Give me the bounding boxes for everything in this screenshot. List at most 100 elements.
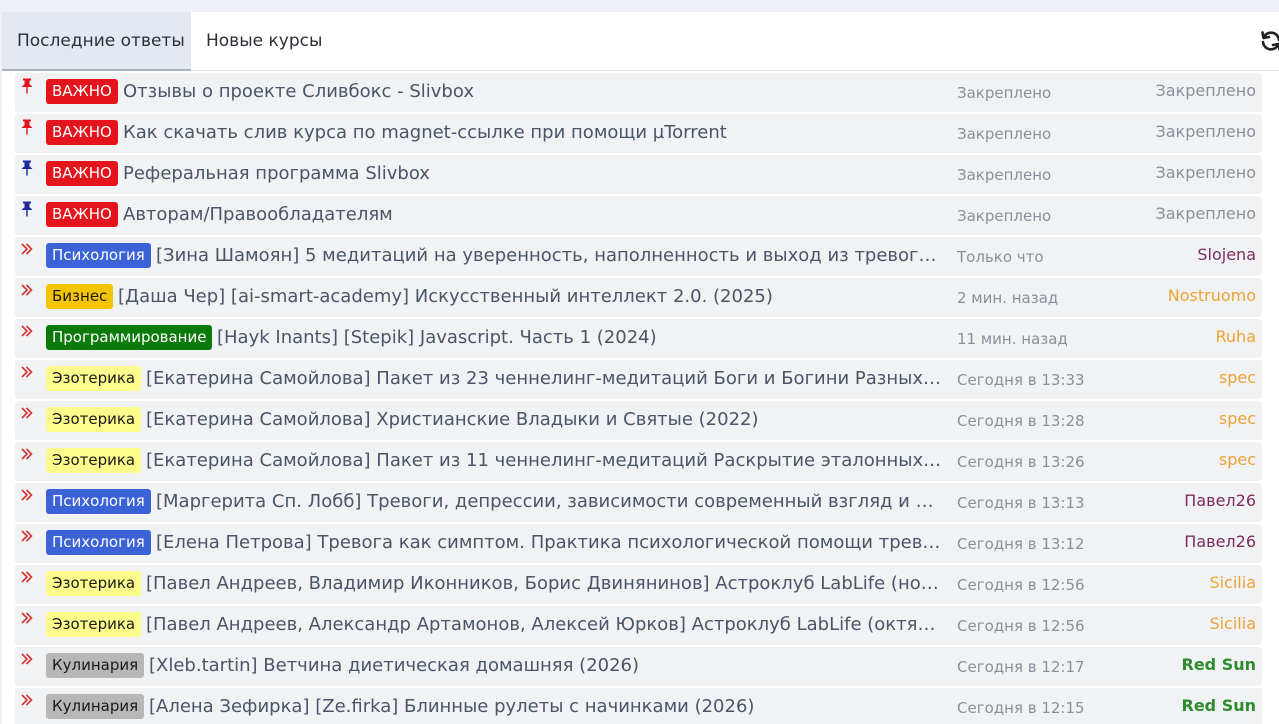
thread-row[interactable]: Эзотерика [Екатерина Самойлова] Пакет из … — [15, 360, 1262, 399]
category-badge[interactable]: ВАЖНО — [46, 161, 118, 186]
double-chevron-right-icon — [20, 529, 34, 545]
category-badge[interactable]: ВАЖНО — [46, 120, 118, 145]
thread-time: Сегодня в 13:33 — [957, 371, 1085, 389]
thread-row[interactable]: Психология [Елена Петрова] Тревога как си… — [15, 524, 1262, 563]
thread-time: Сегодня в 13:26 — [957, 453, 1085, 471]
thread-author-link[interactable]: Slojena — [1197, 237, 1256, 273]
double-chevron-right-icon — [20, 447, 34, 463]
thread-author-link[interactable]: Red Sun — [1182, 688, 1257, 724]
thread-author-link[interactable]: Закреплено — [1155, 73, 1256, 109]
category-badge[interactable]: Эзотерика — [46, 407, 142, 432]
double-chevron-right-icon — [20, 652, 34, 668]
thread-time: Только что — [957, 248, 1044, 266]
double-chevron-right-icon — [20, 365, 34, 381]
category-badge[interactable]: ВАЖНО — [46, 202, 118, 227]
pin-icon — [20, 201, 34, 217]
thread-title-link[interactable]: Как скачать слив курса по magnet-ссылке … — [123, 114, 945, 152]
category-badge[interactable]: Кулинария — [46, 694, 145, 719]
thread-title-link[interactable]: [Маргерита Сп. Лобб] Тревоги, депрессии,… — [156, 483, 945, 521]
thread-time: Сегодня в 12:15 — [957, 699, 1085, 717]
thread-row[interactable]: Эзотерика [Екатерина Самойлова] Христианс… — [15, 401, 1262, 440]
thread-title-link[interactable]: [Xleb.tartin] Ветчина диетическая домашн… — [149, 647, 945, 685]
thread-title-link[interactable]: [Даша Чер] [ai-smart-academy] Искусствен… — [118, 278, 945, 316]
double-chevron-right-icon — [20, 611, 34, 627]
thread-time: Закреплено — [957, 84, 1052, 102]
thread-row[interactable]: Психология [Маргерита Сп. Лобб] Тревоги, … — [15, 483, 1262, 522]
thread-row[interactable]: Эзотерика [Павел Андреев, Владимир Иконни… — [15, 565, 1262, 604]
thread-author-link[interactable]: Sicilia — [1209, 565, 1256, 601]
thread-author-link[interactable]: spec — [1219, 401, 1256, 437]
latest-posts-panel: Последние ответы Новые курсы ВАЖНО Отзывы… — [2, 12, 1279, 724]
thread-row[interactable]: Программирование [Hayk Inants] [Stepik] J… — [15, 319, 1262, 358]
thread-time: 2 мин. назад — [957, 289, 1059, 307]
thread-title-link[interactable]: [Hayk Inants] [Stepik] Javascript. Часть… — [217, 319, 945, 357]
thread-title-link[interactable]: [Алена Зефирка] [Ze.firka] Блинные рулет… — [149, 688, 945, 724]
double-chevron-right-icon — [20, 406, 34, 422]
thread-author-link[interactable]: Закреплено — [1155, 155, 1256, 191]
thread-time: Сегодня в 13:13 — [957, 494, 1085, 512]
category-badge[interactable]: Программирование — [46, 325, 213, 350]
thread-title-link[interactable]: [Зина Шамоян] 5 медитаций на уверенность… — [156, 237, 945, 275]
thread-row[interactable]: Психология [Зина Шамоян] 5 медитаций на у… — [15, 237, 1262, 276]
category-badge[interactable]: Эзотерика — [46, 571, 142, 596]
thread-time: Закреплено — [957, 166, 1052, 184]
thread-title-link[interactable]: [Павел Андреев, Владимир Иконников, Бори… — [146, 565, 945, 603]
thread-time: Закреплено — [957, 125, 1052, 143]
pin-icon — [20, 78, 34, 94]
thread-row[interactable]: Эзотерика [Павел Андреев, Александр Артам… — [15, 606, 1262, 645]
category-badge[interactable]: ВАЖНО — [46, 79, 118, 104]
double-chevron-right-icon — [20, 324, 34, 340]
tab-latest-replies[interactable]: Последние ответы — [2, 12, 191, 71]
category-badge[interactable]: Психология — [46, 243, 151, 268]
thread-author-link[interactable]: Ruha — [1216, 319, 1256, 355]
category-badge[interactable]: Эзотерика — [46, 366, 142, 391]
thread-row[interactable]: ВАЖНО Как скачать слив курса по magnet-сс… — [15, 114, 1262, 153]
category-badge[interactable]: Эзотерика — [46, 612, 142, 637]
tab-new-courses[interactable]: Новые курсы — [191, 12, 337, 70]
double-chevron-right-icon — [20, 693, 34, 709]
thread-title-link[interactable]: [Екатерина Самойлова] Пакет из 11 ченнел… — [146, 442, 945, 480]
category-badge[interactable]: Эзотерика — [46, 448, 142, 473]
thread-title-link[interactable]: [Павел Андреев, Александр Артамонов, Але… — [146, 606, 945, 644]
thread-author-link[interactable]: Закреплено — [1155, 114, 1256, 150]
thread-author-link[interactable]: Sicilia — [1209, 606, 1256, 642]
double-chevron-right-icon — [20, 242, 34, 258]
category-badge[interactable]: Бизнес — [46, 284, 114, 309]
thread-list: ВАЖНО Отзывы о проекте Сливбокс - Slivbox… — [15, 73, 1262, 724]
thread-author-link[interactable]: spec — [1219, 442, 1256, 478]
thread-title-link[interactable]: [Екатерина Самойлова] Пакет из 23 ченнел… — [146, 360, 945, 398]
thread-author-link[interactable]: Павел26 — [1184, 524, 1256, 560]
double-chevron-right-icon — [20, 283, 34, 299]
thread-time: Сегодня в 13:12 — [957, 535, 1085, 553]
thread-row[interactable]: Кулинария [Алена Зефирка] [Ze.firka] Блин… — [15, 688, 1262, 724]
thread-row[interactable]: ВАЖНО Авторам/Правообладателям Закреплено З… — [15, 196, 1262, 235]
category-badge[interactable]: Психология — [46, 489, 151, 514]
thread-time: Закреплено — [957, 207, 1052, 225]
pin-icon — [20, 119, 34, 135]
thread-title-link[interactable]: Реферальная программа Slivbox — [123, 155, 945, 193]
thread-row[interactable]: ВАЖНО Реферальная программа Slivbox Закреп… — [15, 155, 1262, 194]
thread-author-link[interactable]: Red Sun — [1182, 647, 1257, 683]
category-badge[interactable]: Кулинария — [46, 653, 145, 678]
thread-title-link[interactable]: Отзывы о проекте Сливбокс - Slivbox — [123, 73, 945, 111]
thread-title-link[interactable]: [Екатерина Самойлова] Христианские Влады… — [146, 401, 945, 439]
thread-time: Сегодня в 12:17 — [957, 658, 1085, 676]
thread-time: Сегодня в 13:28 — [957, 412, 1085, 430]
thread-row[interactable]: ВАЖНО Отзывы о проекте Сливбокс - Slivbox… — [15, 73, 1262, 112]
thread-time: 11 мин. назад — [957, 330, 1068, 348]
thread-row[interactable]: Бизнес [Даша Чер] [ai-smart-academy] Иску… — [15, 278, 1262, 317]
double-chevron-right-icon — [20, 570, 34, 586]
thread-title-link[interactable]: [Елена Петрова] Тревога как симптом. Пра… — [156, 524, 945, 562]
thread-author-link[interactable]: Закреплено — [1155, 196, 1256, 232]
refresh-icon[interactable] — [1259, 29, 1279, 53]
pin-icon — [20, 160, 34, 176]
thread-author-link[interactable]: spec — [1219, 360, 1256, 396]
thread-row[interactable]: Кулинария [Xleb.tartin] Ветчина диетическ… — [15, 647, 1262, 686]
thread-author-link[interactable]: Nostruomo — [1168, 278, 1256, 314]
thread-title-link[interactable]: Авторам/Правообладателям — [123, 196, 945, 234]
double-chevron-right-icon — [20, 488, 34, 504]
category-badge[interactable]: Психология — [46, 530, 151, 555]
thread-row[interactable]: Эзотерика [Екатерина Самойлова] Пакет из … — [15, 442, 1262, 481]
tab-bar: Последние ответы Новые курсы — [2, 12, 1279, 71]
thread-author-link[interactable]: Павел26 — [1184, 483, 1256, 519]
